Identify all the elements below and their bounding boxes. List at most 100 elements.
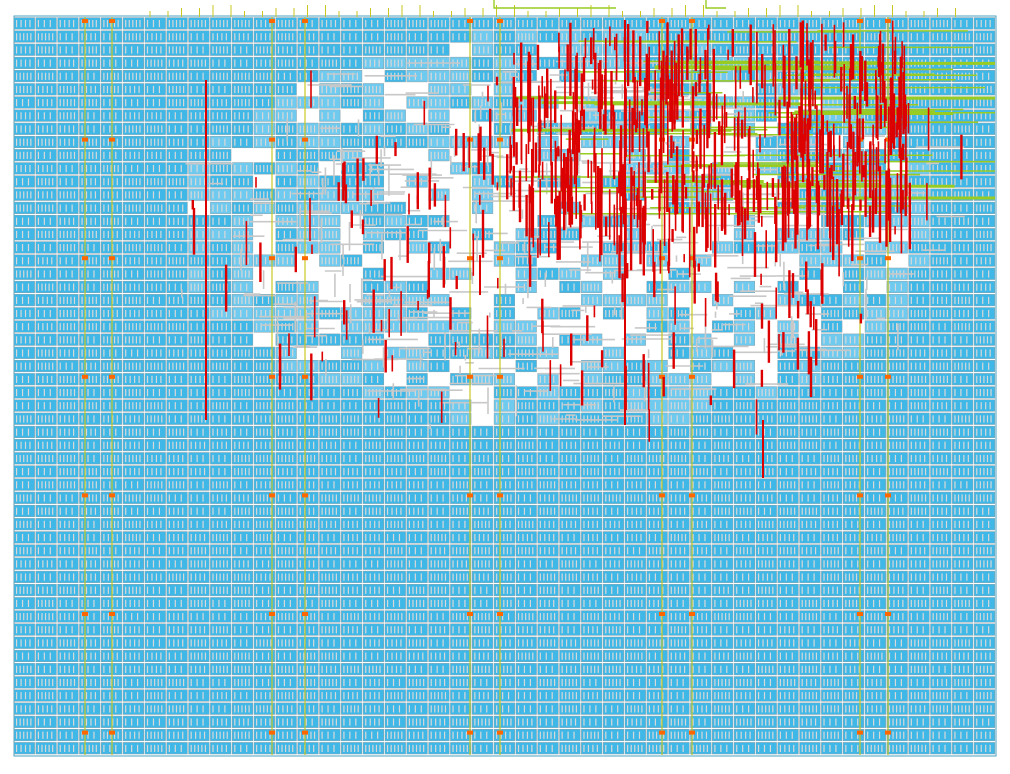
cell-pin xyxy=(848,257,851,265)
cell-pin xyxy=(59,375,61,383)
cell-pin xyxy=(335,362,337,370)
cell-pin xyxy=(190,257,192,265)
cell-pin xyxy=(486,204,488,212)
cell-pin xyxy=(177,349,179,357)
cell-pin xyxy=(132,362,134,370)
cell-pin xyxy=(59,59,61,67)
cell-pin xyxy=(823,257,825,265)
cell-pin xyxy=(212,33,214,41)
cell-pin xyxy=(500,125,502,133)
cell-pin xyxy=(612,257,614,265)
cell-pin xyxy=(746,362,749,370)
cell-pin xyxy=(941,178,943,186)
cell-pin xyxy=(330,336,332,344)
cell-pin xyxy=(43,20,45,28)
cell-pin xyxy=(37,164,40,173)
cell-pin xyxy=(288,375,290,383)
cell-pin xyxy=(327,99,329,107)
cell-pin xyxy=(630,375,632,383)
cell-pin xyxy=(256,33,258,41)
cell-pin xyxy=(932,33,934,41)
cell-pin xyxy=(135,125,137,133)
cell-pin xyxy=(299,323,301,331)
cell-pin xyxy=(221,33,223,41)
cell-row xyxy=(13,122,996,135)
cell-pin xyxy=(783,33,785,41)
cell-pin xyxy=(195,178,197,186)
cell-pin xyxy=(932,323,934,331)
cell-pin xyxy=(855,33,858,41)
cell-pin xyxy=(982,296,984,304)
cell-pin xyxy=(943,20,945,28)
cell-pin xyxy=(234,257,236,265)
cell-pin xyxy=(369,309,371,318)
cell-pin xyxy=(474,99,476,107)
cell-pin xyxy=(430,112,432,120)
cell-pin xyxy=(247,33,249,41)
cell-pin xyxy=(183,323,185,331)
cell-pin xyxy=(347,191,349,199)
cell-pin xyxy=(267,125,270,133)
cell-pin xyxy=(892,362,894,370)
cell-pin xyxy=(313,375,315,383)
cell-pin xyxy=(412,244,414,252)
cell-pin xyxy=(583,257,585,265)
cell-pin xyxy=(173,296,175,304)
cell-pin xyxy=(20,59,22,67)
cell-pin xyxy=(20,164,22,173)
cell-pin xyxy=(282,164,284,173)
cell-pin xyxy=(20,309,22,318)
cell-pin xyxy=(266,72,268,80)
cell-pin xyxy=(161,270,163,278)
cell-pin xyxy=(436,362,438,370)
cell-pin xyxy=(283,178,286,186)
cell-pin xyxy=(243,204,245,212)
cell-pin xyxy=(117,72,119,80)
cell-pin xyxy=(172,72,174,80)
cell-pin xyxy=(117,20,119,28)
cell-pin xyxy=(968,362,970,370)
cell-pin xyxy=(221,296,223,304)
cell-pin xyxy=(132,204,134,212)
cell-pin xyxy=(566,33,568,41)
cell-pin xyxy=(539,349,541,357)
cell-pin xyxy=(766,33,769,41)
cell-pin xyxy=(779,362,781,370)
cell-pin xyxy=(354,138,356,146)
cell-pin xyxy=(168,20,170,28)
placement-routing-canvas[interactable] xyxy=(0,0,1010,774)
cell-pin xyxy=(261,112,264,120)
cell-pin xyxy=(313,33,315,41)
cell-pin xyxy=(976,178,978,186)
cell-pin xyxy=(173,138,175,146)
cell-pin xyxy=(73,296,76,304)
cell-pin xyxy=(946,309,948,318)
cell-pin xyxy=(129,309,131,318)
cell-pin xyxy=(203,112,206,120)
cell-pin xyxy=(976,33,978,41)
cell-pin xyxy=(285,349,287,357)
cell-pin xyxy=(910,138,912,146)
cell-pin xyxy=(827,323,830,331)
cell-pin xyxy=(851,362,853,370)
cell-pin xyxy=(212,138,214,146)
cell-pin xyxy=(922,33,924,41)
cell-pin xyxy=(634,296,636,304)
cell-pin xyxy=(963,99,965,107)
cell-pin xyxy=(550,217,552,225)
cell-pin xyxy=(139,33,141,41)
cell-pin xyxy=(390,33,392,41)
cell-pin xyxy=(161,204,163,212)
cell-pin xyxy=(696,46,699,54)
cell-pin xyxy=(921,217,923,225)
cell-pin xyxy=(168,217,170,225)
cell-pin xyxy=(291,99,293,107)
cell-pin xyxy=(240,283,242,291)
cell-pin xyxy=(917,230,920,239)
cell-pin xyxy=(246,164,248,173)
cell-pin xyxy=(115,151,117,159)
cell-pin xyxy=(42,85,44,94)
cell-pin xyxy=(408,33,410,41)
cell-pin xyxy=(921,244,923,252)
cell-pin xyxy=(48,46,50,54)
